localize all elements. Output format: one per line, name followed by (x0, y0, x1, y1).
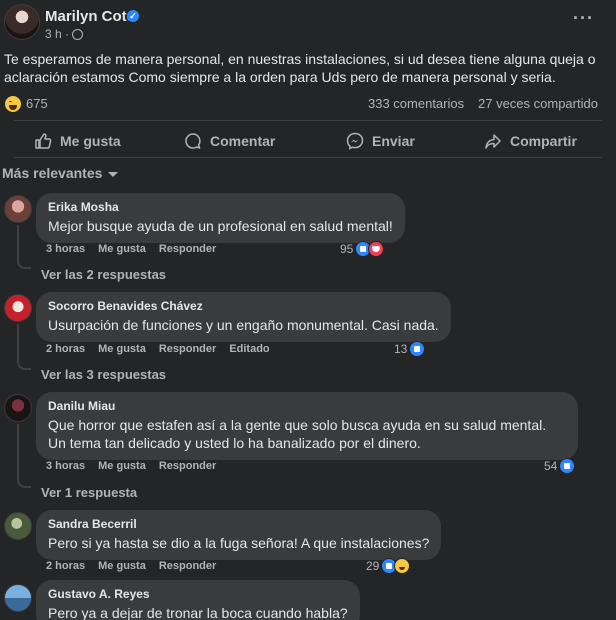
comment-sort-dropdown[interactable]: Más relevantes (2, 165, 119, 181)
comment-reactions[interactable]: 29 (366, 558, 411, 574)
comment-reactions[interactable]: 95 (340, 241, 385, 257)
comment-text: Mejor busque ayuda de un profesional en … (48, 218, 393, 234)
comment-actions: 3 horas Me gusta Responder (46, 243, 216, 255)
thread-line (17, 424, 19, 480)
post-time[interactable]: 3 h · (45, 27, 69, 41)
post-text: Te esperamos de manera personal, en nues… (4, 51, 596, 85)
comment-actions: 2 horas Me gusta Responder Editado (46, 343, 270, 355)
reaction-summary: 675 333 comentarios 27 veces compartido (4, 95, 604, 113)
view-replies-link[interactable]: Ver las 2 respuestas (41, 267, 166, 282)
love-reaction-icon (368, 241, 385, 257)
comment-text: Que horror que estafen así a la gente qu… (48, 417, 547, 451)
comment-time[interactable]: 2 horas (46, 343, 85, 355)
post-author[interactable]: Marilyn Cote (45, 8, 135, 25)
share-label: Compartir (510, 133, 577, 149)
commenter-avatar[interactable] (4, 512, 32, 540)
shares-count[interactable]: 27 veces compartido (478, 96, 598, 111)
like-reaction-icon (409, 341, 426, 357)
sort-label: Más relevantes (2, 165, 103, 181)
comment-bubble: Gustavo A. Reyes Pero ya a dejar de tron… (36, 580, 360, 620)
like-label: Me gusta (60, 133, 121, 149)
comment-like-button[interactable]: Me gusta (98, 560, 146, 572)
comment-time[interactable]: 3 horas (46, 243, 85, 255)
send-label: Enviar (372, 133, 415, 149)
divider (14, 157, 602, 158)
comment-bubble: Sandra Becerril Pero si ya hasta se dio … (36, 510, 442, 560)
comment-actions: 2 horas Me gusta Responder (46, 560, 216, 572)
more-options-icon[interactable]: ··· (573, 8, 594, 29)
reaction-count: 29 (366, 559, 380, 573)
thread-line (17, 225, 19, 261)
post-meta: 3 h · (45, 27, 84, 41)
haha-reaction-icon (394, 558, 411, 574)
view-replies-link[interactable]: Ver 1 respuesta (41, 485, 137, 500)
share-button[interactable]: Compartir (484, 132, 577, 150)
divider (14, 120, 602, 121)
commenter-name[interactable]: Danilu Miau (48, 399, 566, 413)
author-avatar[interactable] (4, 4, 40, 40)
like-button[interactable]: Me gusta (34, 132, 121, 150)
comment-reactions[interactable]: 54 (544, 458, 576, 474)
comment-bubble: Socorro Benavides Chávez Usurpación de f… (36, 292, 451, 342)
share-icon (485, 134, 501, 149)
send-button[interactable]: Enviar (346, 132, 415, 150)
reaction-count: 95 (340, 242, 354, 256)
comment-actions: 3 horas Me gusta Responder (46, 460, 216, 472)
thread-line (17, 360, 31, 370)
thread-line (17, 478, 31, 488)
commenter-name[interactable]: Gustavo A. Reyes (48, 587, 348, 601)
comment-reply-button[interactable]: Responder (159, 343, 216, 355)
comment-like-button[interactable]: Me gusta (98, 460, 146, 472)
edited-label: Editado (229, 343, 270, 355)
reactions-count[interactable]: 675 (26, 96, 48, 111)
comment-button[interactable]: Comentar (184, 132, 275, 150)
commenter-name[interactable]: Socorro Benavides Chávez (48, 299, 439, 313)
commenter-name[interactable]: Erika Mosha (48, 200, 393, 214)
comment-time[interactable]: 2 horas (46, 560, 85, 572)
comment-like-button[interactable]: Me gusta (98, 343, 146, 355)
comment-text: Usurpación de funciones y un engaño monu… (48, 317, 439, 333)
verified-badge-icon: ✓ (127, 10, 139, 22)
comment-like-button[interactable]: Me gusta (98, 243, 146, 255)
comment-text: Pero si ya hasta se dio a la fuga señora… (48, 535, 430, 551)
thread-line (17, 324, 19, 362)
haha-reaction-icon[interactable] (4, 95, 22, 113)
comment-reply-button[interactable]: Responder (159, 460, 216, 472)
globe-icon (72, 28, 84, 40)
commenter-avatar[interactable] (4, 394, 32, 422)
comment-label: Comentar (210, 133, 276, 149)
comment-bubble: Danilu Miau Que horror que estafen así a… (36, 392, 578, 460)
view-replies-link[interactable]: Ver las 3 respuestas (41, 367, 166, 382)
comment-icon (185, 133, 201, 149)
reaction-count: 13 (394, 342, 408, 356)
messenger-icon (346, 132, 364, 150)
thumbs-up-icon (35, 133, 52, 149)
comment-reply-button[interactable]: Responder (159, 560, 216, 572)
comment-reply-button[interactable]: Responder (159, 243, 216, 255)
commenter-avatar[interactable] (4, 584, 32, 612)
like-reaction-icon (559, 458, 576, 474)
commenter-name[interactable]: Sandra Becerril (48, 517, 429, 531)
chevron-down-icon (108, 171, 119, 177)
commenter-avatar[interactable] (4, 294, 32, 322)
comment-time[interactable]: 3 horas (46, 460, 85, 472)
comment-text: Pero ya a dejar de tronar la boca cuando… (48, 605, 348, 620)
comments-count[interactable]: 333 comentarios (368, 96, 464, 111)
comment-bubble: Erika Mosha Mejor busque ayuda de un pro… (36, 193, 405, 243)
thread-line (17, 259, 31, 269)
commenter-avatar[interactable] (4, 195, 32, 223)
reaction-count: 54 (544, 459, 558, 473)
comment-reactions[interactable]: 13 (394, 341, 426, 357)
